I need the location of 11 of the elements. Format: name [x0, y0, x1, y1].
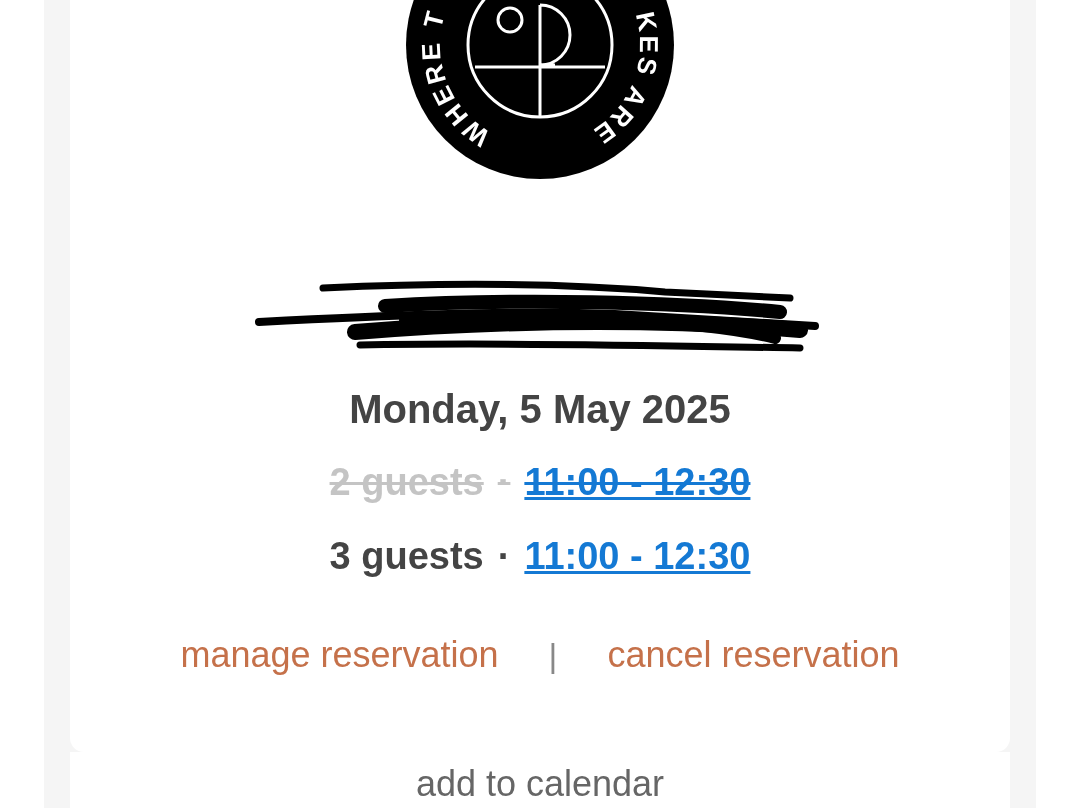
guest-count: 2 guests — [329, 460, 484, 504]
add-to-calendar-link[interactable]: add to calendar — [415, 763, 665, 805]
time-link[interactable]: 11:00 - 12:30 — [524, 534, 751, 578]
separator: · — [497, 534, 511, 578]
reservation-date: Monday, 5 May 2025 — [349, 387, 731, 432]
time-link[interactable]: 11:00 - 12:30 — [524, 460, 751, 504]
divider-text: | — [548, 635, 558, 675]
manage-link[interactable]: manage reservation — [180, 634, 499, 676]
guest-count: 3 guests — [329, 534, 484, 578]
separator: · — [497, 460, 511, 504]
cancel-link[interactable]: cancel reservation — [607, 634, 900, 676]
